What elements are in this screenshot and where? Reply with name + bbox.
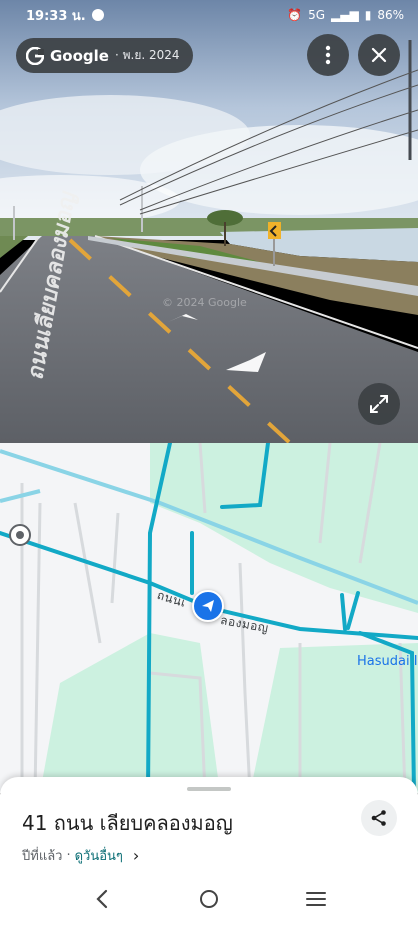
chevron-right-icon[interactable]: › [133, 846, 139, 865]
address-title: 41 ถนน เลียบคลองมอญ [22, 811, 233, 835]
signal-icon: ▂▄▆ [331, 8, 359, 22]
drag-handle[interactable] [187, 787, 231, 791]
street-view-info-chip[interactable]: Google · พ.ย. 2024 [16, 38, 193, 73]
location-pin-icon[interactable] [9, 524, 31, 546]
separator: · [66, 848, 71, 863]
recents-icon [306, 892, 327, 906]
back-icon [96, 889, 107, 909]
fullscreen-icon [370, 395, 388, 413]
share-icon [371, 810, 386, 826]
place-bottom-sheet[interactable]: 41 ถนน เลียบคลองมอญ ปีที่แล้ว · ดูวันอื่… [0, 777, 418, 867]
watermark: © 2024 Google [162, 296, 247, 309]
more-vert-icon [325, 45, 331, 65]
recents-button[interactable] [296, 879, 336, 919]
network-type: 5G [308, 8, 326, 22]
status-time: 19:33 น. [26, 8, 86, 24]
home-icon [199, 890, 218, 908]
brand-name: Google [50, 46, 109, 65]
google-logo-icon [26, 46, 44, 65]
back-button[interactable] [82, 879, 122, 919]
alarm-icon: ⏰ [287, 8, 303, 22]
status-bar: 19:33 น. ⏰ 5G ▂▄▆ ▮ 86% [0, 0, 418, 30]
green-area [40, 633, 220, 793]
see-more-dates-link[interactable]: ดูวันอื่นๆ [75, 845, 123, 866]
capture-info: ปีที่แล้ว · ดูวันอื่นๆ › [22, 845, 139, 866]
place-label[interactable]: Hasudai I [357, 654, 418, 669]
navigation-arrow-icon [202, 600, 214, 612]
chat-notification-icon [91, 9, 104, 21]
share-button[interactable] [361, 800, 397, 836]
close-button[interactable] [358, 34, 400, 76]
system-navigation-bar [0, 867, 418, 931]
battery-level: 86% [377, 8, 404, 22]
street-view-panorama[interactable]: ถนนเลียบคลองมอญ © 2024 Google 19:33 น. ⏰… [0, 0, 418, 443]
current-view-marker[interactable] [192, 590, 224, 622]
close-icon [371, 47, 387, 63]
expand-button[interactable] [358, 383, 400, 425]
capture-age: ปีที่แล้ว [22, 849, 63, 864]
more-options-button[interactable] [307, 34, 349, 76]
home-button[interactable] [189, 879, 229, 919]
battery-icon: ▮ [364, 8, 372, 22]
capture-date: · พ.ย. 2024 [114, 48, 180, 62]
